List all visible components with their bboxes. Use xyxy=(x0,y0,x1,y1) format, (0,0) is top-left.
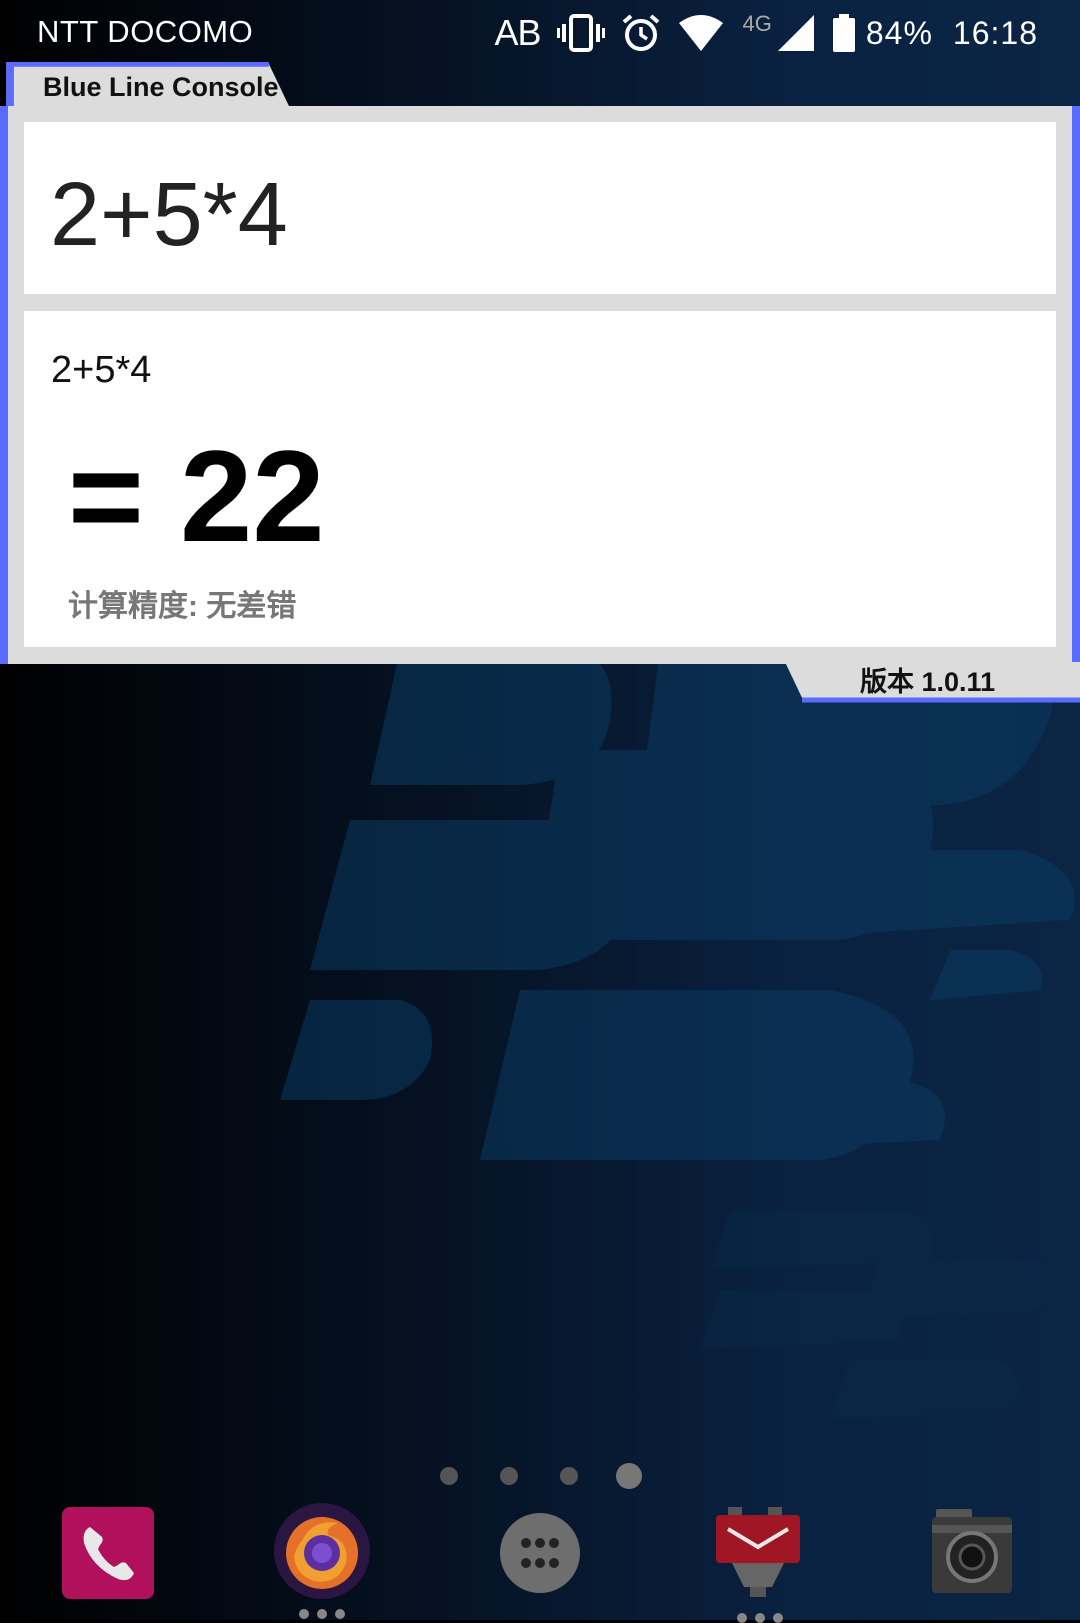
alarm-icon xyxy=(621,13,661,53)
email-app-icon[interactable] xyxy=(710,1505,810,1623)
expression-input-text: 2+5*4 xyxy=(50,165,288,265)
app-drawer-icon[interactable] xyxy=(498,1511,582,1595)
result-panel[interactable]: 2+5*4 = 22 计算精度: 无差错 xyxy=(24,311,1056,647)
page-dot[interactable] xyxy=(440,1467,458,1485)
phone-app-icon[interactable] xyxy=(60,1505,156,1601)
wifi-icon xyxy=(677,13,725,53)
result-expression: 2+5*4 xyxy=(51,349,152,391)
precision-label: 计算精度: 无差错 xyxy=(68,590,297,623)
vibrate-icon xyxy=(556,13,605,53)
battery-icon xyxy=(832,13,856,53)
more-dots xyxy=(292,1609,352,1619)
page-dot-active[interactable] xyxy=(616,1463,642,1489)
signal-icon xyxy=(776,13,816,53)
console-title: Blue Line Console xyxy=(43,72,279,102)
page-dot[interactable] xyxy=(500,1467,518,1485)
ab-indicator: AB xyxy=(494,12,541,53)
status-icons: AB 4G 84% 16:18 xyxy=(478,8,1038,58)
status-bar: NTT DOCOMO AB 4G 84% 16:18 xyxy=(0,0,1080,64)
page-dot[interactable] xyxy=(560,1467,578,1485)
more-dots xyxy=(730,1613,790,1623)
carrier-label: NTT DOCOMO xyxy=(37,14,254,49)
result-value: = 22 xyxy=(68,423,325,569)
firefox-app-icon[interactable] xyxy=(272,1501,372,1619)
network-type-label: 4G xyxy=(742,11,772,36)
dock xyxy=(0,1495,1080,1623)
version-label: 版本 1.0.11 xyxy=(860,667,996,697)
page-indicator xyxy=(440,1460,660,1490)
console-widget: Blue Line Console 2+5*4 2+5*4 = 22 计算精度:… xyxy=(0,62,1080,703)
clock: 16:18 xyxy=(952,14,1038,51)
battery-percent: 84% xyxy=(865,14,933,51)
expression-input[interactable]: 2+5*4 xyxy=(24,122,1056,294)
camera-app-icon[interactable] xyxy=(930,1505,1014,1601)
